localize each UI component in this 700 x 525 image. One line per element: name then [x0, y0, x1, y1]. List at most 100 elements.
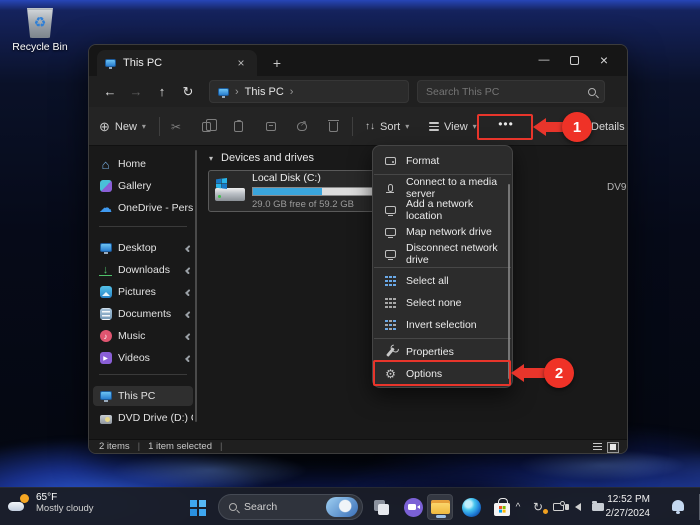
file-transfer-icon[interactable] — [590, 503, 606, 511]
weather-widget[interactable]: 65°F Mostly cloudy — [8, 492, 94, 514]
menu-item-map-network-drive[interactable]: Map network drive — [373, 221, 512, 243]
explorer-search-box[interactable] — [417, 80, 605, 103]
paste-button[interactable] — [234, 107, 243, 146]
new-tab-button[interactable]: + — [267, 54, 287, 74]
hidden-icons-chevron[interactable]: ^ — [510, 502, 526, 513]
new-button[interactable]: ⊕ New ▾ — [99, 107, 146, 146]
search-icon — [588, 88, 596, 96]
sort-button[interactable]: ↑↓ Sort ▾ — [365, 107, 409, 146]
tab-strip: This PC × + — × — [89, 45, 627, 76]
sidebar-divider — [99, 374, 187, 375]
explorer-search-input[interactable] — [426, 86, 588, 98]
paste-icon — [234, 121, 243, 132]
music-icon: ♪ — [99, 330, 112, 343]
windows-update-icon[interactable]: ↻ — [530, 500, 546, 514]
breadcrumb[interactable]: › This PC › — [209, 80, 409, 103]
share-icon — [297, 122, 307, 131]
sidebar-item-desktop[interactable]: Desktop — [93, 238, 193, 258]
home-icon: ⌂ — [99, 158, 112, 171]
media-server-icon — [384, 182, 397, 195]
taskbar: 65°F Mostly cloudy Search ^ ↻ 12:5 — [0, 487, 700, 525]
section-header-devices-and-drives[interactable]: ▾ Devices and drives — [209, 152, 314, 164]
clock[interactable]: 12:52 PM 2/27/2024 — [606, 493, 651, 521]
file-explorer-taskbar-button[interactable] — [427, 494, 453, 520]
menu-item-select-none[interactable]: Select none — [373, 292, 512, 314]
status-divider: | — [220, 441, 222, 452]
menu-item-invert-selection[interactable]: Invert selection — [373, 314, 512, 336]
menu-item-disconnect-network-drive[interactable]: Disconnect network drive — [373, 243, 512, 265]
tab-close-icon[interactable]: × — [233, 56, 249, 70]
sidebar-item-this-pc[interactable]: › This PC — [93, 386, 193, 406]
breadcrumb-separator[interactable]: › — [290, 86, 294, 98]
pin-icon — [184, 311, 191, 318]
rename-button[interactable] — [266, 107, 276, 146]
details-pane-button[interactable]: Details — [591, 107, 625, 146]
new-label: New — [115, 121, 137, 133]
large-icons-view-toggle[interactable] — [607, 442, 619, 453]
sidebar-item-gallery[interactable]: Gallery — [93, 176, 193, 196]
back-button[interactable]: ← — [97, 84, 123, 99]
sidebar-item-pictures[interactable]: Pictures — [93, 282, 193, 302]
selection-count: 1 item selected — [148, 441, 212, 452]
share-button[interactable] — [297, 107, 307, 146]
minimize-button[interactable]: — — [529, 45, 559, 75]
breadcrumb-separator: › — [235, 86, 239, 98]
invert-selection-icon — [384, 319, 397, 332]
sidebar-item-home[interactable]: ⌂ Home — [93, 154, 193, 174]
copy-button[interactable] — [202, 107, 211, 146]
taskbar-search[interactable]: Search — [218, 494, 363, 520]
cast-display-icon[interactable] — [550, 503, 566, 511]
select-all-icon — [384, 275, 397, 288]
menu-item-label: Select none — [406, 297, 461, 309]
sidebar-item-videos[interactable]: ▶ Videos — [93, 348, 193, 368]
refresh-button[interactable]: ↻ — [175, 84, 201, 100]
up-button[interactable]: ↑ — [149, 84, 175, 99]
sidebar-item-documents[interactable]: Documents — [93, 304, 193, 324]
expand-chevron-icon[interactable]: › — [88, 413, 89, 424]
sidebar-item-label: Music — [118, 330, 178, 342]
menu-scrollbar[interactable] — [508, 184, 511, 379]
recycle-bin-icon: ♻ — [27, 8, 53, 38]
delete-button[interactable] — [329, 107, 338, 146]
expand-chevron-icon[interactable]: › — [88, 203, 89, 214]
notification-bell-icon[interactable] — [672, 500, 684, 511]
start-button[interactable] — [184, 494, 210, 520]
sidebar-item-onedrive[interactable]: › ☁ OneDrive - Pers — [93, 198, 193, 218]
desktop-icon — [99, 242, 112, 255]
tab-this-pc[interactable]: This PC × — [97, 50, 257, 76]
sidebar-item-music[interactable]: ♪ Music — [93, 326, 193, 346]
pictures-icon — [99, 286, 112, 299]
sidebar-item-label: Desktop — [118, 242, 178, 254]
sidebar-item-label: OneDrive - Pers — [118, 202, 193, 214]
view-label: View — [444, 121, 468, 133]
volume-icon[interactable] — [570, 503, 586, 511]
breadcrumb-location[interactable]: This PC — [245, 86, 284, 98]
details-view-toggle[interactable] — [592, 442, 603, 452]
section-chevron-icon[interactable]: ▾ — [209, 154, 213, 163]
recycle-bin-shortcut[interactable]: ♻ Recycle Bin — [4, 8, 76, 53]
menu-item-select-all[interactable]: Select all — [373, 270, 512, 292]
search-highlight-image[interactable] — [326, 497, 358, 517]
view-button[interactable]: View ▾ — [429, 107, 477, 146]
forward-button[interactable]: → — [123, 84, 149, 99]
menu-item-label: Map network drive — [406, 226, 492, 238]
cut-button[interactable]: ✂ — [171, 107, 181, 146]
maximize-button[interactable] — [559, 45, 589, 75]
edge-icon — [462, 498, 481, 517]
menu-item-connect-media-server[interactable]: Connect to a media server — [373, 177, 512, 199]
chat-button[interactable] — [400, 494, 426, 520]
task-view-button[interactable] — [368, 494, 394, 520]
edge-button[interactable] — [458, 494, 484, 520]
sidebar-item-label: This PC — [118, 390, 193, 402]
menu-item-add-network-location[interactable]: Add a network location — [373, 199, 512, 221]
expand-chevron-icon[interactable]: › — [88, 391, 89, 402]
sidebar-item-downloads[interactable]: ↓ Downloads — [93, 260, 193, 280]
local-disk-tile[interactable]: Local Disk (C:) 29.0 GB free of 59.2 GB — [208, 170, 393, 212]
sidebar-item-dvd-drive[interactable]: › DVD Drive (D:) C — [93, 408, 193, 428]
menu-item-format[interactable]: Format — [373, 150, 512, 172]
plus-icon: ⊕ — [99, 119, 110, 135]
search-icon — [229, 503, 237, 511]
sidebar-scrollbar[interactable] — [195, 150, 197, 422]
close-button[interactable]: × — [589, 45, 619, 75]
folder-icon — [431, 500, 450, 514]
